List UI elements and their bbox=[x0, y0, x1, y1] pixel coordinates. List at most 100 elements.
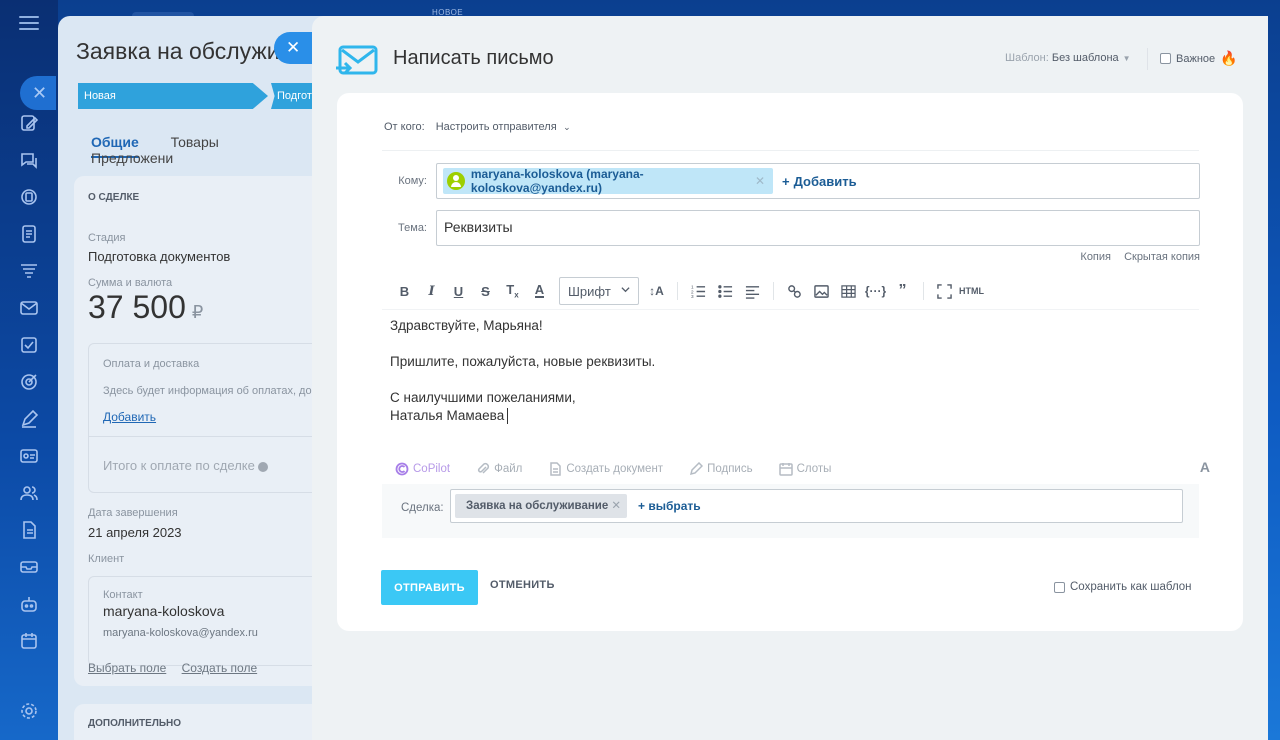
stage-value[interactable]: Подготовка документов bbox=[88, 249, 230, 264]
message-body[interactable]: Здравствуйте, Марьяна! Пришлите, пожалуй… bbox=[390, 317, 1170, 425]
save-template-toggle[interactable]: Сохранить как шаблон bbox=[1054, 581, 1192, 593]
users-icon[interactable] bbox=[19, 483, 39, 503]
compose-title: Написать письмо bbox=[393, 47, 554, 69]
fullscreen-icon[interactable] bbox=[931, 278, 958, 304]
text-cursor bbox=[507, 408, 509, 425]
to-field[interactable]: maryana-koloskova (maryana-koloskova@yan… bbox=[436, 163, 1200, 199]
file-icon[interactable] bbox=[19, 520, 39, 540]
image-icon[interactable] bbox=[808, 278, 835, 304]
create-field-link[interactable]: Создать поле bbox=[182, 661, 258, 675]
link-icon[interactable] bbox=[781, 278, 808, 304]
left-nav-bar: ✕ bbox=[0, 0, 58, 740]
calendar-icon[interactable] bbox=[19, 631, 39, 651]
stage-new[interactable]: Новая bbox=[78, 83, 268, 109]
close-icon[interactable]: ✕ bbox=[20, 76, 56, 110]
mail-icon[interactable] bbox=[19, 298, 39, 318]
close-icon: ✕ bbox=[286, 38, 301, 57]
font-settings-icon[interactable]: A bbox=[1200, 459, 1210, 475]
inbox-icon[interactable] bbox=[19, 557, 39, 577]
bold-icon[interactable]: B bbox=[391, 278, 418, 304]
template-value[interactable]: Без шаблона bbox=[1052, 52, 1119, 64]
section-title: О СДЕЛКЕ bbox=[88, 192, 140, 203]
deal-field[interactable]: Заявка на обслуживание ✕ + выбрать bbox=[450, 489, 1183, 523]
paperclip-icon bbox=[478, 462, 490, 474]
recipient-chip[interactable]: maryana-koloskova (maryana-koloskova@yan… bbox=[443, 167, 773, 195]
pen-icon[interactable] bbox=[19, 409, 39, 429]
chat-icon[interactable] bbox=[19, 150, 39, 170]
important-toggle[interactable]: Важное 🔥 bbox=[1160, 50, 1238, 67]
italic-icon[interactable]: I bbox=[418, 278, 445, 304]
client-label: Клиент bbox=[88, 553, 125, 565]
menu-icon[interactable] bbox=[19, 16, 39, 32]
remove-deal-icon[interactable]: ✕ bbox=[611, 494, 621, 518]
amount-label: Сумма и валюта bbox=[88, 277, 173, 289]
remove-recipient-icon[interactable]: ✕ bbox=[755, 174, 765, 188]
slots-button[interactable]: Слоты bbox=[778, 462, 831, 476]
file-button[interactable]: Файл bbox=[476, 462, 522, 476]
divider bbox=[773, 282, 774, 300]
send-button[interactable]: ОТПРАВИТЬ bbox=[381, 570, 478, 605]
subject-input[interactable] bbox=[444, 219, 1184, 235]
close-date-value[interactable]: 21 апреля 2023 bbox=[88, 525, 182, 540]
bcc-link[interactable]: Скрытая копия bbox=[1124, 251, 1200, 263]
contact-panel: Контакт maryana-koloskova maryana-kolosk… bbox=[88, 576, 318, 666]
card-icon[interactable] bbox=[19, 446, 39, 466]
table-icon[interactable] bbox=[835, 278, 862, 304]
template-label: Шаблон: bbox=[1005, 52, 1049, 64]
tab-offers[interactable]: Предложени bbox=[91, 150, 173, 166]
settings-icon[interactable] bbox=[19, 701, 39, 721]
payment-add-link[interactable]: Добавить bbox=[103, 410, 156, 424]
choose-field-link[interactable]: Выбрать поле bbox=[88, 661, 166, 675]
underline-icon[interactable]: U bbox=[445, 278, 472, 304]
deal-row: Сделка: Заявка на обслуживание ✕ + выбра… bbox=[382, 484, 1199, 538]
quote-icon[interactable]: ” bbox=[889, 278, 916, 304]
cc-link[interactable]: Копия bbox=[1080, 251, 1111, 263]
contact-email[interactable]: maryana-koloskova@yandex.ru bbox=[103, 627, 258, 639]
total-label: Итого к оплате по сделке bbox=[103, 458, 269, 473]
bullet-list-icon[interactable] bbox=[712, 278, 739, 304]
plus-icon: + bbox=[638, 499, 649, 513]
divider bbox=[923, 282, 924, 300]
contact-name[interactable]: maryana-koloskova bbox=[103, 603, 224, 619]
template-selector[interactable]: Шаблон: Без шаблона ▼ bbox=[1005, 52, 1131, 64]
chevron-down-icon bbox=[621, 287, 630, 293]
payment-panel: Оплата и доставка Здесь будет информация… bbox=[88, 343, 318, 493]
strikethrough-icon[interactable]: S bbox=[472, 278, 499, 304]
document-icon[interactable] bbox=[19, 224, 39, 244]
tab-products[interactable]: Товары bbox=[171, 134, 219, 150]
numbered-list-icon[interactable]: 123 bbox=[685, 278, 712, 304]
add-recipient-link[interactable]: + Добавить bbox=[782, 174, 857, 189]
align-icon[interactable] bbox=[739, 278, 766, 304]
signature-button[interactable]: Подпись bbox=[689, 462, 753, 476]
subject-field[interactable] bbox=[436, 210, 1200, 246]
edit-note-icon[interactable] bbox=[19, 113, 39, 133]
user-avatar-icon bbox=[447, 172, 465, 190]
target-icon[interactable] bbox=[19, 372, 39, 392]
compose-form: От кого: Настроить отправителя ⌄ Кому: m… bbox=[337, 93, 1243, 631]
from-selector[interactable]: Настроить отправителя ⌄ bbox=[436, 121, 571, 133]
important-checkbox[interactable] bbox=[1160, 53, 1171, 64]
funnel-icon[interactable] bbox=[19, 261, 39, 281]
copilot-button[interactable]: CoPilot bbox=[395, 462, 450, 476]
deal-title: Заявка на обслужив bbox=[76, 38, 281, 64]
tasks-icon[interactable] bbox=[19, 335, 39, 355]
crm-icon[interactable] bbox=[19, 187, 39, 207]
deal-chip[interactable]: Заявка на обслуживание ✕ bbox=[455, 494, 627, 518]
font-size-icon[interactable]: ↕A bbox=[643, 278, 670, 304]
robot-icon[interactable] bbox=[19, 594, 39, 614]
pencil-icon bbox=[690, 462, 704, 476]
attachment-bar: CoPilot Файл Создать документ Подпись Сл… bbox=[395, 459, 1210, 479]
html-icon[interactable]: HTML bbox=[958, 278, 985, 304]
choose-deal-link[interactable]: + выбрать bbox=[638, 499, 701, 513]
cancel-button[interactable]: ОТМЕНИТЬ bbox=[490, 579, 555, 591]
help-icon[interactable] bbox=[258, 461, 269, 472]
font-select[interactable]: Шрифт bbox=[559, 277, 639, 305]
slider-close-button[interactable]: ✕ bbox=[274, 32, 316, 64]
create-document-button[interactable]: Создать документ bbox=[548, 462, 663, 476]
save-template-checkbox[interactable] bbox=[1054, 581, 1065, 593]
clear-format-icon[interactable]: Tx bbox=[499, 278, 526, 304]
code-icon[interactable]: {···} bbox=[862, 278, 889, 304]
text-color-icon[interactable]: A bbox=[526, 278, 553, 304]
calendar-icon bbox=[778, 463, 793, 476]
payment-title: Оплата и доставка bbox=[103, 358, 200, 370]
